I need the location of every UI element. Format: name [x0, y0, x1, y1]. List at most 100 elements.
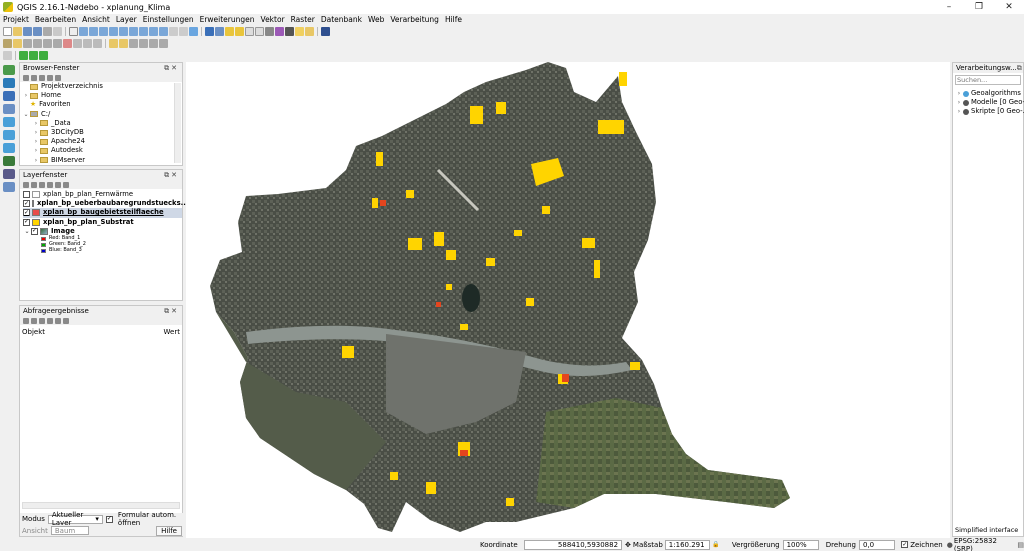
properties-icon[interactable] — [55, 74, 61, 81]
help-button[interactable]: Hilfe — [156, 525, 182, 536]
attribute-table-icon[interactable] — [255, 26, 264, 36]
measure-icon[interactable] — [285, 26, 294, 36]
refresh-browser-icon[interactable] — [31, 74, 37, 81]
zoom-last-icon[interactable] — [149, 26, 158, 36]
add-vector-layer-icon[interactable] — [3, 65, 15, 75]
list-item[interactable]: › Apache24 — [22, 137, 182, 146]
show-labels-icon[interactable] — [129, 38, 138, 48]
move-feature-icon[interactable] — [43, 38, 52, 48]
auto-open-checkbox[interactable]: ✓ — [105, 515, 113, 523]
render-checkbox[interactable]: ✓ — [901, 541, 909, 548]
identify-icon[interactable] — [205, 26, 214, 36]
expand-icon[interactable] — [23, 317, 29, 324]
menu-datenbank[interactable]: Datenbank — [318, 15, 365, 24]
pan-to-selection-icon[interactable] — [79, 26, 88, 36]
field-calculator-icon[interactable] — [275, 26, 284, 36]
list-item[interactable]: ›Modelle [0 Geo-... — [955, 98, 1024, 107]
layer-checkbox[interactable] — [23, 191, 30, 199]
print-icon[interactable] — [63, 317, 69, 324]
add-group-icon[interactable] — [31, 181, 37, 188]
add-delimited-text-icon[interactable] — [3, 156, 15, 166]
menu-erweiterungen[interactable]: Erweiterungen — [197, 15, 258, 24]
menu-einstellungen[interactable]: Einstellungen — [140, 15, 197, 24]
add-selected-icon[interactable] — [23, 74, 29, 81]
pan-icon[interactable] — [69, 26, 78, 36]
list-item[interactable]: › Geoalgorithms — [955, 89, 1024, 98]
green-plugin-3-icon[interactable] — [39, 50, 48, 60]
current-edits-icon[interactable] — [3, 38, 12, 48]
clear-icon[interactable] — [47, 317, 53, 324]
zoom-next-icon[interactable] — [159, 26, 168, 36]
map-tips-icon[interactable] — [295, 26, 304, 36]
zoom-in-icon[interactable] — [89, 26, 98, 36]
list-item[interactable]: Projektverzeichnis — [22, 82, 182, 91]
processing-search-input[interactable] — [955, 75, 1021, 85]
layer-item[interactable]: ⌄ ✓ Image — [23, 227, 182, 236]
new-shapefile-icon[interactable] — [3, 182, 15, 192]
messages-icon[interactable]: ▤ — [1017, 541, 1024, 549]
add-spatialite-layer-icon[interactable] — [3, 104, 15, 114]
statistics-icon[interactable] — [265, 26, 274, 36]
layer-item[interactable]: ✓ xplan_bp_plan_Substrat — [23, 218, 182, 227]
list-item[interactable]: › _Data — [22, 119, 182, 128]
save-project-icon[interactable] — [23, 26, 32, 36]
list-item[interactable]: › 3DCityDB — [22, 128, 182, 137]
close-button[interactable]: ✕ — [994, 2, 1024, 12]
open-project-icon[interactable] — [13, 26, 22, 36]
paste-features-icon[interactable] — [93, 38, 102, 48]
menu-ansicht[interactable]: Ansicht — [79, 15, 113, 24]
change-label-icon[interactable] — [159, 38, 168, 48]
list-item[interactable]: › Skripte [0 Geo-... — [955, 107, 1024, 116]
panel-controls[interactable]: ⧉✕ — [164, 307, 179, 316]
python-console-icon[interactable] — [321, 26, 330, 36]
menu-layer[interactable]: Layer — [113, 15, 140, 24]
layer-item[interactable]: xplan_bp_plan_Fernwärme — [23, 190, 182, 199]
list-item[interactable]: › Autodesk — [22, 146, 182, 155]
restore-button[interactable]: ❐ — [964, 2, 994, 12]
layer-checkbox[interactable]: ✓ — [23, 209, 30, 217]
zoom-native-icon[interactable] — [109, 26, 118, 36]
deselect-icon[interactable] — [245, 26, 254, 36]
new-project-icon[interactable] — [3, 26, 12, 36]
list-item[interactable]: › BIMserver — [22, 156, 182, 165]
menu-hilfe[interactable]: Hilfe — [442, 15, 465, 24]
magnifier-field[interactable]: 100% — [782, 539, 819, 550]
filter-browser-icon[interactable] — [39, 74, 45, 81]
layer-item-selected[interactable]: ✓ xplan_bp_baugebietsteilflaeche — [23, 208, 182, 218]
panel-controls[interactable]: ⧉✕ — [164, 64, 179, 73]
collapse-all-icon[interactable] — [47, 74, 53, 81]
mode-select[interactable]: Aktueller Layer ▾ — [47, 511, 103, 527]
composer-manager-icon[interactable] — [53, 26, 62, 36]
pin-labels-icon[interactable] — [119, 38, 128, 48]
save-as-icon[interactable] — [33, 26, 42, 36]
panel-controls[interactable]: ⧉✕ — [1017, 64, 1024, 73]
layer-checkbox[interactable]: ✓ — [31, 227, 38, 235]
add-feature-icon[interactable] — [33, 38, 42, 48]
rotation-field[interactable]: 0,0 — [858, 539, 896, 550]
toggle-editing-icon[interactable] — [13, 38, 22, 48]
coordinate-field[interactable]: 588410,5930882 — [523, 539, 623, 550]
new-bookmark-icon[interactable] — [169, 26, 178, 36]
menu-vektor[interactable]: Vektor — [258, 15, 288, 24]
view-select[interactable]: Baum — [50, 526, 89, 535]
green-plugin-1-icon[interactable] — [19, 50, 28, 60]
add-wms-layer-icon[interactable] — [3, 117, 15, 127]
map-canvas[interactable] — [186, 62, 950, 538]
list-item[interactable]: ⌄ C:/ — [22, 110, 182, 119]
select-features-icon[interactable] — [225, 26, 234, 36]
zoom-full-icon[interactable] — [119, 26, 128, 36]
add-virtual-layer-icon[interactable] — [3, 169, 15, 179]
label-icon[interactable] — [109, 38, 118, 48]
scale-field[interactable]: 1:160.291 — [664, 539, 711, 550]
move-label-icon[interactable] — [139, 38, 148, 48]
add-raster-layer-icon[interactable] — [3, 78, 15, 88]
menu-web[interactable]: Web — [365, 15, 387, 24]
collapse-icon[interactable] — [31, 317, 37, 324]
zoom-selection-icon[interactable] — [129, 26, 138, 36]
refresh-icon[interactable] — [189, 26, 198, 36]
menu-projekt[interactable]: Projekt — [0, 15, 32, 24]
green-plugin-2-icon[interactable] — [29, 50, 38, 60]
remove-layer-icon[interactable] — [63, 181, 69, 188]
crs-icon[interactable]: ● — [947, 541, 953, 549]
panel-controls[interactable]: ⧉✕ — [164, 171, 179, 180]
